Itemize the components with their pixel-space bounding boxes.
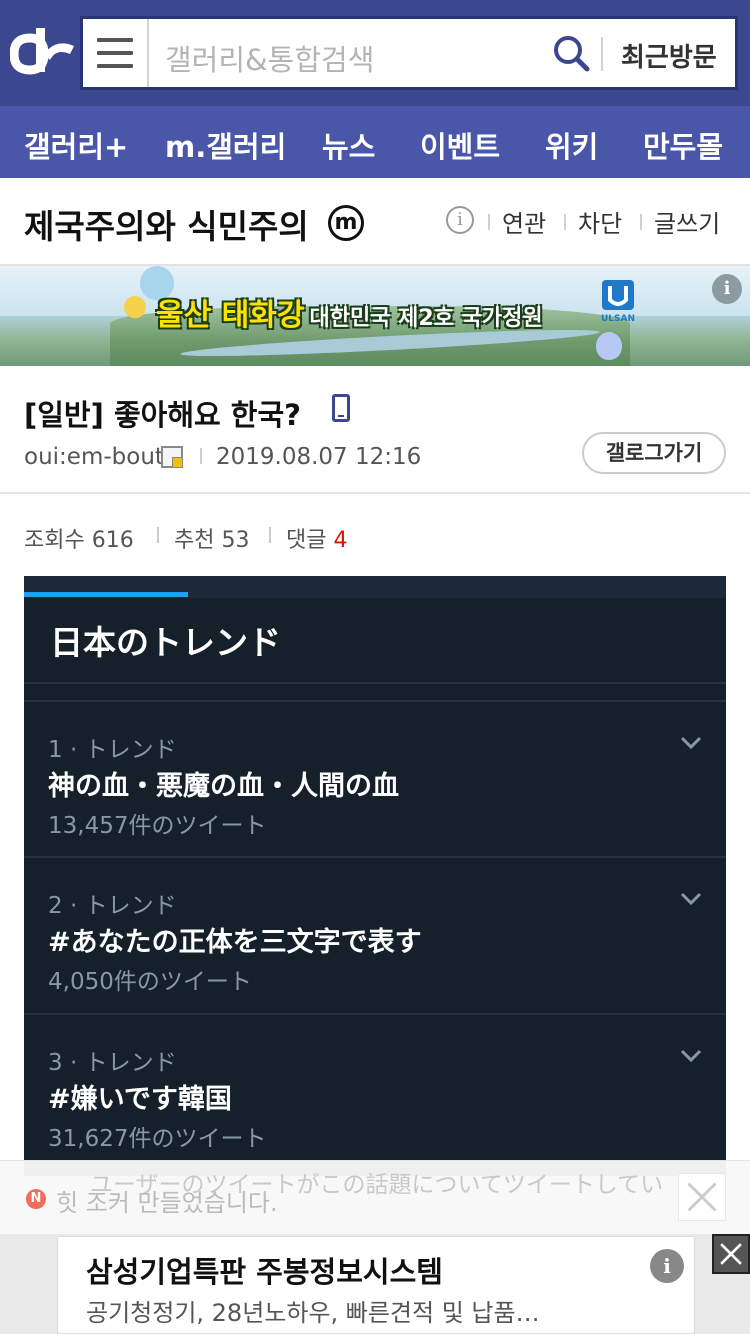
block-link[interactable]: 차단 (578, 204, 622, 239)
trend-item: 1 · トレンド 神の血・悪魔の血・人間の血 13,457件のツイート (24, 702, 726, 858)
trend-count: 31,627件のツイート (48, 1126, 267, 1152)
menu-button[interactable] (83, 19, 149, 87)
write-link[interactable]: 글쓰기 (654, 204, 720, 239)
main-nav: 갤러리+ m.갤러리 뉴스 이벤트 위키 만두몰 (0, 106, 750, 178)
trend-item: 2 · トレンド #あなたの正体を三文字で表す 4,050件のツイート (24, 858, 726, 1014)
banner-text: 울산 태화강 대한민국 제2호 국가정원 (156, 290, 543, 334)
ulsan-logo: ULSAN (601, 280, 635, 324)
balloon-icon (596, 332, 622, 360)
ad-description[interactable]: 공기청정기, 28년노하우, 빠른견적 및 납품… (86, 1293, 646, 1328)
divider (269, 527, 271, 543)
banner-headline: 울산 태화강 (156, 298, 305, 333)
trend-rank: 1 · トレンド (48, 737, 177, 763)
banner-subline: 대한민국 제2호 국가정원 (309, 306, 543, 331)
related-link[interactable]: 연관 (502, 204, 546, 239)
balloon-icon (124, 296, 146, 318)
nav-item-mandu-mall[interactable]: 만두몰 (643, 124, 723, 166)
notification-text[interactable]: 힛 조커 만들었습니다. (56, 1183, 278, 1218)
gallery-header: 제국주의와 식민주의 m i 연관 차단 글쓰기 (0, 178, 750, 266)
new-icon: N (26, 1189, 46, 1209)
close-icon[interactable] (678, 1173, 726, 1221)
divider (640, 214, 642, 230)
trend-rank: 2 · トレンド (48, 893, 177, 919)
dc-logo-icon[interactable] (10, 24, 76, 80)
fixed-nick-icon (161, 446, 183, 468)
comment-count[interactable]: 댓글 4 (286, 522, 347, 554)
trend-name: 神の血・悪魔の血・人間の血 (48, 771, 399, 802)
trend-rank: 3 · トレンド (48, 1050, 177, 1076)
post-datetime: 2019.08.07 12:16 (216, 444, 422, 470)
chevron-down-icon (680, 1049, 702, 1063)
bottom-ad: 삼성기업특판 주봉정보시스템 공기청정기, 28년노하우, 빠른견적 및 납품…… (0, 1234, 750, 1334)
image-heading: 日本のトレンド (50, 623, 281, 662)
ad-card[interactable]: 삼성기업특판 주봉정보시스템 공기청정기, 28년노하우, 빠른견적 및 납품…… (57, 1236, 695, 1334)
trend-count: 4,050件のツイート (48, 969, 252, 995)
divider (157, 527, 159, 543)
divider (24, 682, 726, 684)
notification-bar[interactable]: ユーザーのツイートがこの話題についてツイートしてい N 힛 조커 만들었습니다. (0, 1160, 750, 1234)
image-tab-indicator (24, 592, 188, 597)
search-icon[interactable] (551, 33, 591, 73)
post-image: 日本のトレンド 1 · トレンド 神の血・悪魔の血・人間の血 13,457件のツ… (24, 576, 726, 1176)
banner-ad[interactable]: 울산 태화강 대한민국 제2호 국가정원 ULSAN i (0, 266, 750, 366)
trend-name: #あなたの正体を三文字で表す (48, 927, 422, 958)
post-author[interactable]: oui:em-bout (24, 444, 164, 470)
view-count: 조회수 616 (24, 528, 134, 553)
divider (564, 214, 566, 230)
post-title: [일반] 좋아해요 한국? (24, 398, 301, 432)
chevron-down-icon (680, 736, 702, 750)
search-input[interactable]: 갤러리&통합검색 (165, 37, 374, 79)
ad-info-icon[interactable]: i (712, 274, 742, 304)
svg-text:ULSAN: ULSAN (601, 314, 635, 324)
divider (488, 214, 490, 230)
nav-item-news[interactable]: 뉴스 (322, 124, 375, 166)
close-icon[interactable] (712, 1234, 750, 1274)
page: 갤러리&통합검색 최근방문 갤러리+ m.갤러리 뉴스 이벤트 위키 만두몰 제… (0, 0, 750, 1334)
search-box: 갤러리&통합검색 최근방문 (80, 16, 738, 90)
trend-name: #嫌いです韓国 (48, 1084, 232, 1115)
gallog-button[interactable]: 갤로그가기 (582, 432, 726, 474)
gallery-title[interactable]: 제국주의와 식민주의 (24, 200, 309, 248)
nav-item-wiki[interactable]: 위키 (545, 124, 598, 166)
info-icon[interactable]: i (446, 206, 474, 234)
divider (200, 448, 202, 464)
recommend-count: 추천 53 (174, 528, 250, 553)
nav-item-gallery-plus[interactable]: 갤러리+ (24, 124, 128, 166)
trend-count: 13,457件のツイート (48, 813, 267, 839)
minor-gallery-badge: m (328, 205, 364, 241)
chevron-down-icon (680, 892, 702, 906)
divider (601, 37, 603, 71)
mobile-icon (332, 394, 350, 422)
ad-info-icon[interactable]: i (650, 1249, 684, 1283)
top-bar: 갤러리&통합검색 최근방문 (0, 0, 750, 106)
nav-item-event[interactable]: 이벤트 (420, 124, 500, 166)
post-header: [일반] 좋아해요 한국? oui:em-bout 2019.08.07 12:… (0, 366, 750, 494)
trend-item: 3 · トレンド #嫌いです韓国 31,627件のツイート (24, 1015, 726, 1171)
ad-title[interactable]: 삼성기업특판 주봉정보시스템 (86, 1249, 443, 1291)
nav-item-m-gallery[interactable]: m.갤러리 (165, 124, 286, 166)
recent-visit-button[interactable]: 최근방문 (621, 37, 717, 74)
